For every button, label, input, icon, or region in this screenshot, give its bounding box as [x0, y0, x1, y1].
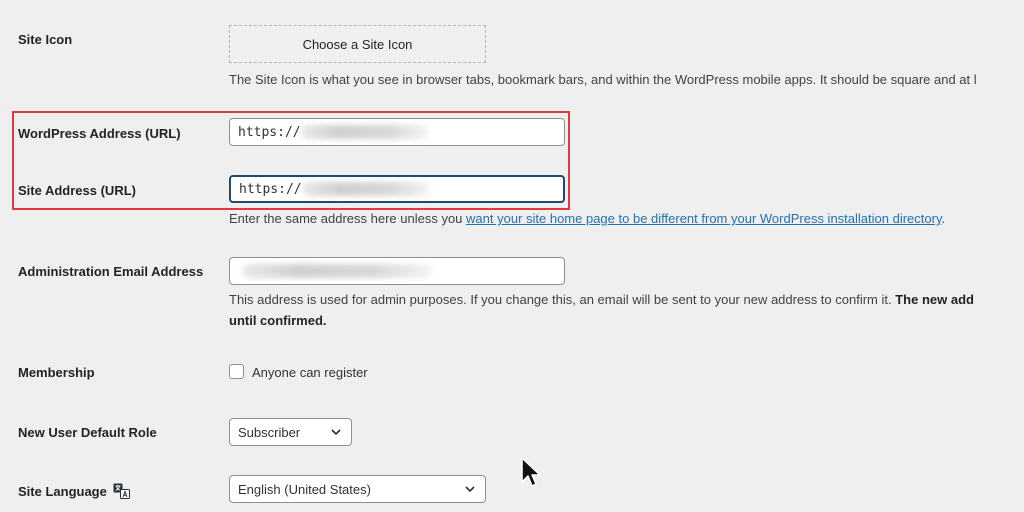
chevron-down-icon — [465, 486, 475, 493]
redacted-url — [300, 125, 429, 139]
site-address-description: Enter the same address here unless you w… — [229, 211, 945, 226]
site-icon-label: Site Icon — [18, 32, 73, 47]
admin-email-description-bold: The new add — [895, 292, 974, 307]
admin-email-description-text: This address is used for admin purposes.… — [229, 292, 896, 307]
anyone-can-register-label[interactable]: Anyone can register — [252, 365, 368, 380]
redacted-email — [242, 264, 432, 278]
site-icon-description: The Site Icon is what you see in browser… — [229, 72, 977, 87]
default-role-label: New User Default Role — [18, 425, 157, 440]
translation-icon — [113, 483, 130, 499]
wordpress-address-label: WordPress Address (URL) — [18, 126, 181, 141]
redacted-url — [301, 182, 430, 196]
site-address-description-end: . — [941, 211, 946, 226]
site-address-description-text: Enter the same address here unless you — [229, 211, 467, 226]
default-role-select[interactable]: Subscriber — [229, 418, 352, 446]
admin-email-description-line2: until confirmed. — [229, 313, 327, 328]
membership-label: Membership — [18, 365, 95, 380]
anyone-can-register-checkbox[interactable] — [229, 364, 244, 379]
mouse-cursor-icon — [521, 457, 541, 487]
site-language-label-text: Site Language — [18, 484, 107, 499]
choose-site-icon-button[interactable]: Choose a Site Icon — [229, 25, 486, 63]
site-language-value: English (United States) — [238, 481, 371, 497]
site-language-select[interactable]: English (United States) — [229, 475, 486, 503]
admin-email-label: Administration Email Address — [18, 264, 204, 279]
admin-email-description: This address is used for admin purposes.… — [229, 292, 974, 307]
site-address-value: https:// — [239, 181, 302, 197]
site-address-label: Site Address (URL) — [18, 183, 136, 198]
site-language-label: Site Language — [18, 483, 130, 499]
wordpress-address-input[interactable]: https:// — [229, 118, 565, 146]
default-role-value: Subscriber — [238, 424, 301, 440]
wordpress-address-value: https:// — [238, 124, 301, 140]
site-address-input[interactable]: https:// — [229, 175, 565, 203]
chevron-down-icon — [331, 429, 341, 436]
admin-email-input[interactable] — [229, 257, 565, 285]
different-home-page-link[interactable]: want your site home page to be different… — [466, 211, 941, 226]
